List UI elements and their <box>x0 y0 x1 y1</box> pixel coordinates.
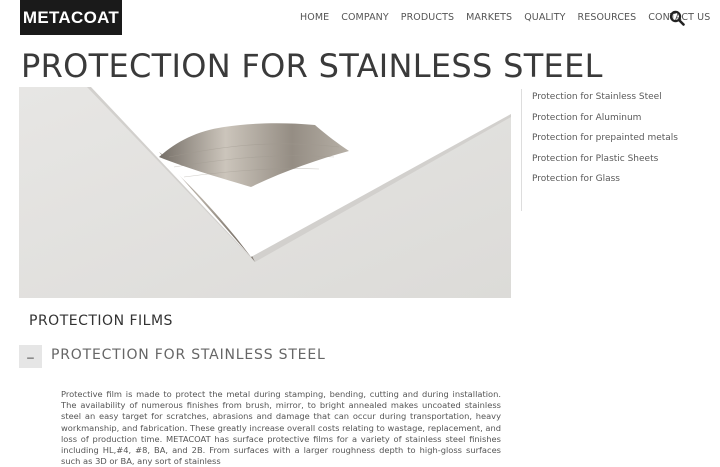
nav-markets[interactable]: MARKETS <box>466 12 512 23</box>
nav-home[interactable]: HOME <box>300 12 329 23</box>
sidebar-item-plastic-sheets[interactable]: Protection for Plastic Sheets <box>532 151 717 172</box>
sidebar-item-aluminum[interactable]: Protection for Aluminum <box>532 110 717 131</box>
sidebar-item-stainless-steel[interactable]: Protection for Stainless Steel <box>532 89 717 110</box>
accordion-body-text: Protective film is made to protect the m… <box>61 389 501 467</box>
main-nav: HOME COMPANY PRODUCTS MARKETS QUALITY RE… <box>300 12 720 23</box>
accordion-title[interactable]: PROTECTION FOR STAINLESS STEEL <box>51 347 326 363</box>
section-title: PROTECTION FILMS <box>29 313 173 329</box>
nav-quality[interactable]: QUALITY <box>524 12 565 23</box>
accordion-toggle-button[interactable]: – <box>19 345 42 368</box>
sidebar-item-glass[interactable]: Protection for Glass <box>532 171 717 192</box>
nav-company[interactable]: COMPANY <box>341 12 389 23</box>
page-title: PROTECTION FOR STAINLESS STEEL <box>21 47 603 85</box>
hero-image <box>19 87 511 298</box>
sidebar-menu: Protection for Stainless Steel Protectio… <box>521 89 717 211</box>
search-icon[interactable] <box>669 10 685 26</box>
sidebar-item-prepainted-metals[interactable]: Protection for prepainted metals <box>532 130 717 151</box>
nav-resources[interactable]: RESOURCES <box>578 12 637 23</box>
logo[interactable]: METACOAT <box>20 0 122 35</box>
nav-products[interactable]: PRODUCTS <box>401 12 454 23</box>
